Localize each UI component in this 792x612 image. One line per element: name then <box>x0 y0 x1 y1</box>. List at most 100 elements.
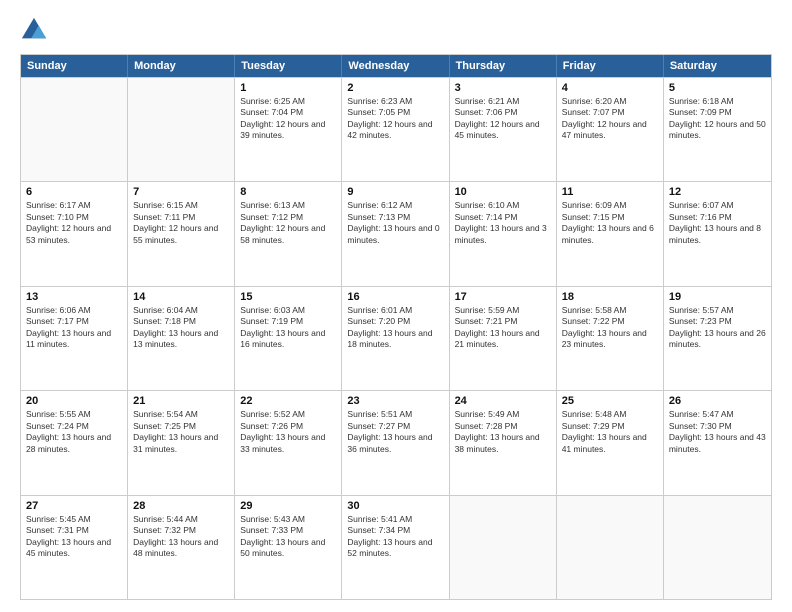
day-info: Sunrise: 6:03 AMSunset: 7:19 PMDaylight:… <box>240 305 336 351</box>
day-info: Sunrise: 5:55 AMSunset: 7:24 PMDaylight:… <box>26 409 122 455</box>
week-row-4: 20 Sunrise: 5:55 AMSunset: 7:24 PMDayligh… <box>21 390 771 494</box>
day-number: 27 <box>26 500 122 512</box>
week-row-3: 13 Sunrise: 6:06 AMSunset: 7:17 PMDayligh… <box>21 286 771 390</box>
header <box>20 16 772 44</box>
week-row-1: 1Sunrise: 6:25 AMSunset: 7:04 PMDaylight… <box>21 77 771 181</box>
day-info: Sunrise: 6:17 AMSunset: 7:10 PMDaylight:… <box>26 200 122 246</box>
day-cell-7: 7 Sunrise: 6:15 AMSunset: 7:11 PMDaylight… <box>128 182 235 285</box>
day-cell-6: 6 Sunrise: 6:17 AMSunset: 7:10 PMDaylight… <box>21 182 128 285</box>
day-info: Sunrise: 6:06 AMSunset: 7:17 PMDaylight:… <box>26 305 122 351</box>
day-cell-25: 25 Sunrise: 5:48 AMSunset: 7:29 PMDayligh… <box>557 391 664 494</box>
day-info: Sunrise: 6:09 AMSunset: 7:15 PMDaylight:… <box>562 200 658 246</box>
day-number: 8 <box>240 186 336 198</box>
day-info: Sunrise: 6:01 AMSunset: 7:20 PMDaylight:… <box>347 305 443 351</box>
calendar-body: 1Sunrise: 6:25 AMSunset: 7:04 PMDaylight… <box>21 77 771 599</box>
day-cell-1: 1Sunrise: 6:25 AMSunset: 7:04 PMDaylight… <box>235 78 342 181</box>
col-header-monday: Monday <box>128 55 235 77</box>
day-info: Sunrise: 6:23 AMSunset: 7:05 PMDaylight:… <box>347 96 443 142</box>
empty-cell <box>128 78 235 181</box>
day-cell-26: 26 Sunrise: 5:47 AMSunset: 7:30 PMDayligh… <box>664 391 771 494</box>
day-cell-28: 28Sunrise: 5:44 AMSunset: 7:32 PMDayligh… <box>128 496 235 599</box>
logo-icon <box>20 16 48 44</box>
day-info: Sunrise: 6:07 AMSunset: 7:16 PMDaylight:… <box>669 200 766 246</box>
day-number: 30 <box>347 500 443 512</box>
week-row-2: 6 Sunrise: 6:17 AMSunset: 7:10 PMDaylight… <box>21 181 771 285</box>
day-info: Sunrise: 6:04 AMSunset: 7:18 PMDaylight:… <box>133 305 229 351</box>
day-info: Sunrise: 6:15 AMSunset: 7:11 PMDaylight:… <box>133 200 229 246</box>
empty-cell <box>21 78 128 181</box>
day-info: Sunrise: 6:13 AMSunset: 7:12 PMDaylight:… <box>240 200 336 246</box>
day-info: Sunrise: 5:51 AMSunset: 7:27 PMDaylight:… <box>347 409 443 455</box>
day-number: 22 <box>240 395 336 407</box>
day-info: Sunrise: 5:54 AMSunset: 7:25 PMDaylight:… <box>133 409 229 455</box>
day-number: 21 <box>133 395 229 407</box>
day-number: 26 <box>669 395 766 407</box>
day-info: Sunrise: 5:52 AMSunset: 7:26 PMDaylight:… <box>240 409 336 455</box>
day-cell-21: 21 Sunrise: 5:54 AMSunset: 7:25 PMDayligh… <box>128 391 235 494</box>
day-cell-13: 13 Sunrise: 6:06 AMSunset: 7:17 PMDayligh… <box>21 287 128 390</box>
day-cell-9: 9 Sunrise: 6:12 AMSunset: 7:13 PMDaylight… <box>342 182 449 285</box>
col-header-friday: Friday <box>557 55 664 77</box>
day-cell-3: 3 Sunrise: 6:21 AMSunset: 7:06 PMDaylight… <box>450 78 557 181</box>
day-info: Sunrise: 5:49 AMSunset: 7:28 PMDaylight:… <box>455 409 551 455</box>
day-cell-18: 18Sunrise: 5:58 AMSunset: 7:22 PMDayligh… <box>557 287 664 390</box>
day-cell-2: 2Sunrise: 6:23 AMSunset: 7:05 PMDaylight… <box>342 78 449 181</box>
empty-cell <box>664 496 771 599</box>
day-number: 10 <box>455 186 551 198</box>
day-number: 17 <box>455 291 551 303</box>
day-info: Sunrise: 5:45 AMSunset: 7:31 PMDaylight:… <box>26 514 122 560</box>
day-number: 20 <box>26 395 122 407</box>
day-cell-4: 4 Sunrise: 6:20 AMSunset: 7:07 PMDaylight… <box>557 78 664 181</box>
day-number: 9 <box>347 186 443 198</box>
day-number: 4 <box>562 82 658 94</box>
day-number: 24 <box>455 395 551 407</box>
col-header-sunday: Sunday <box>21 55 128 77</box>
day-cell-20: 20 Sunrise: 5:55 AMSunset: 7:24 PMDayligh… <box>21 391 128 494</box>
col-header-wednesday: Wednesday <box>342 55 449 77</box>
col-header-tuesday: Tuesday <box>235 55 342 77</box>
day-info: Sunrise: 5:48 AMSunset: 7:29 PMDaylight:… <box>562 409 658 455</box>
day-cell-5: 5 Sunrise: 6:18 AMSunset: 7:09 PMDaylight… <box>664 78 771 181</box>
day-info: Sunrise: 5:41 AMSunset: 7:34 PMDaylight:… <box>347 514 443 560</box>
day-info: Sunrise: 6:21 AMSunset: 7:06 PMDaylight:… <box>455 96 551 142</box>
day-number: 19 <box>669 291 766 303</box>
day-number: 12 <box>669 186 766 198</box>
day-number: 5 <box>669 82 766 94</box>
calendar: SundayMondayTuesdayWednesdayThursdayFrid… <box>20 54 772 600</box>
empty-cell <box>450 496 557 599</box>
day-number: 23 <box>347 395 443 407</box>
day-cell-16: 16 Sunrise: 6:01 AMSunset: 7:20 PMDayligh… <box>342 287 449 390</box>
day-number: 25 <box>562 395 658 407</box>
day-number: 1 <box>240 82 336 94</box>
day-number: 13 <box>26 291 122 303</box>
calendar-header-row: SundayMondayTuesdayWednesdayThursdayFrid… <box>21 55 771 77</box>
day-info: Sunrise: 6:20 AMSunset: 7:07 PMDaylight:… <box>562 96 658 142</box>
day-cell-10: 10Sunrise: 6:10 AMSunset: 7:14 PMDayligh… <box>450 182 557 285</box>
day-number: 7 <box>133 186 229 198</box>
day-cell-27: 27 Sunrise: 5:45 AMSunset: 7:31 PMDayligh… <box>21 496 128 599</box>
day-cell-15: 15 Sunrise: 6:03 AMSunset: 7:19 PMDayligh… <box>235 287 342 390</box>
day-info: Sunrise: 5:43 AMSunset: 7:33 PMDaylight:… <box>240 514 336 560</box>
day-number: 29 <box>240 500 336 512</box>
day-cell-11: 11Sunrise: 6:09 AMSunset: 7:15 PMDayligh… <box>557 182 664 285</box>
day-info: Sunrise: 6:18 AMSunset: 7:09 PMDaylight:… <box>669 96 766 142</box>
day-number: 16 <box>347 291 443 303</box>
day-info: Sunrise: 6:12 AMSunset: 7:13 PMDaylight:… <box>347 200 443 246</box>
day-cell-8: 8 Sunrise: 6:13 AMSunset: 7:12 PMDaylight… <box>235 182 342 285</box>
day-cell-12: 12 Sunrise: 6:07 AMSunset: 7:16 PMDayligh… <box>664 182 771 285</box>
day-cell-30: 30 Sunrise: 5:41 AMSunset: 7:34 PMDayligh… <box>342 496 449 599</box>
day-number: 14 <box>133 291 229 303</box>
day-info: Sunrise: 5:47 AMSunset: 7:30 PMDaylight:… <box>669 409 766 455</box>
day-number: 3 <box>455 82 551 94</box>
day-cell-22: 22 Sunrise: 5:52 AMSunset: 7:26 PMDayligh… <box>235 391 342 494</box>
day-cell-19: 19Sunrise: 5:57 AMSunset: 7:23 PMDayligh… <box>664 287 771 390</box>
day-number: 15 <box>240 291 336 303</box>
day-info: Sunrise: 5:44 AMSunset: 7:32 PMDaylight:… <box>133 514 229 560</box>
day-cell-17: 17 Sunrise: 5:59 AMSunset: 7:21 PMDayligh… <box>450 287 557 390</box>
day-info: Sunrise: 5:59 AMSunset: 7:21 PMDaylight:… <box>455 305 551 351</box>
day-number: 6 <box>26 186 122 198</box>
page: SundayMondayTuesdayWednesdayThursdayFrid… <box>0 0 792 612</box>
day-cell-14: 14 Sunrise: 6:04 AMSunset: 7:18 PMDayligh… <box>128 287 235 390</box>
day-cell-24: 24 Sunrise: 5:49 AMSunset: 7:28 PMDayligh… <box>450 391 557 494</box>
logo <box>20 16 52 44</box>
